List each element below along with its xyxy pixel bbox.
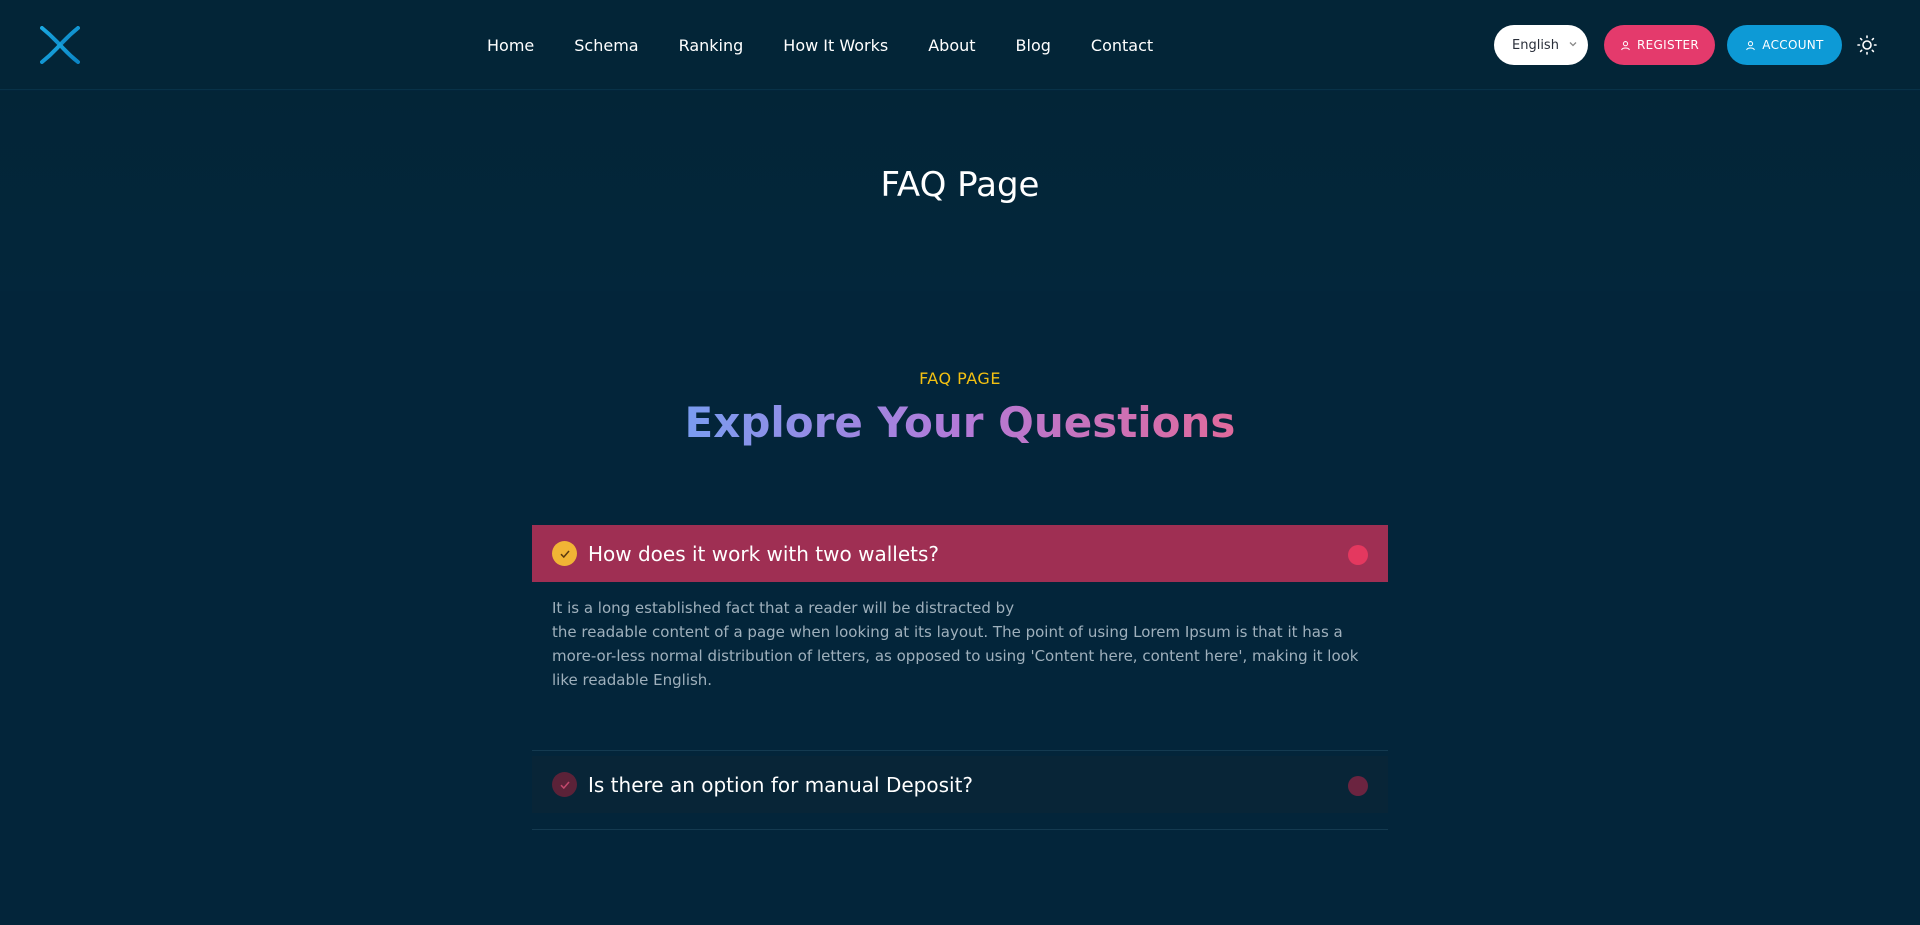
sun-icon[interactable]: [1856, 34, 1878, 56]
account-label: ACCOUNT: [1762, 38, 1824, 52]
nav-contact[interactable]: Contact: [1091, 36, 1153, 55]
faq-question-text: How does it work with two wallets?: [588, 541, 940, 566]
nav-ranking[interactable]: Ranking: [679, 36, 744, 55]
faq-toggle-indicator-icon: [1348, 776, 1368, 796]
nav-about[interactable]: About: [928, 36, 975, 55]
faq-answer-line: It is a long established fact that a rea…: [552, 599, 1015, 617]
nav-schema[interactable]: Schema: [574, 36, 638, 55]
check-icon: [552, 772, 577, 797]
faq-toggle-indicator-icon: [1348, 545, 1368, 565]
faq-question-toggle[interactable]: Is there an option for manual Deposit?: [532, 756, 1388, 813]
check-icon: [552, 541, 577, 566]
x-logo-icon[interactable]: [40, 26, 80, 64]
section-heading: Explore Your Questions: [0, 398, 1920, 447]
nav-blog[interactable]: Blog: [1016, 36, 1051, 55]
section-kicker: FAQ PAGE: [919, 369, 1001, 388]
faq-item: How does it work with two wallets? It is…: [532, 525, 1388, 751]
register-button[interactable]: REGISTER: [1604, 25, 1715, 65]
account-button[interactable]: ACCOUNT: [1727, 25, 1842, 65]
site-header: Home Schema Ranking How It Works About B…: [0, 0, 1920, 90]
faq-answer-line: the readable content of a page when look…: [552, 623, 1359, 689]
user-icon: [1746, 40, 1756, 50]
register-label: REGISTER: [1636, 38, 1700, 52]
language-select[interactable]: English: [1494, 25, 1588, 65]
faq-question-text: Is there an option for manual Deposit?: [588, 772, 974, 797]
page-title: FAQ Page: [880, 165, 1040, 205]
user-icon: [1621, 40, 1630, 50]
faq-question-toggle[interactable]: How does it work with two wallets?: [532, 525, 1388, 582]
faq-divider: [532, 750, 1388, 751]
nav-how-it-works[interactable]: How It Works: [783, 36, 888, 55]
faq-answer: It is a long established fact that a rea…: [532, 582, 1388, 750]
language-selected-value: English: [1512, 37, 1559, 53]
section-heading-text: Explore Your Questions: [684, 398, 1236, 447]
faq-divider: [532, 829, 1388, 830]
faq-item: Is there an option for manual Deposit?: [532, 756, 1388, 830]
nav-home[interactable]: Home: [487, 36, 534, 55]
chevron-down-icon: [1569, 42, 1577, 47]
main-nav: Home Schema Ranking How It Works About B…: [487, 0, 1193, 90]
